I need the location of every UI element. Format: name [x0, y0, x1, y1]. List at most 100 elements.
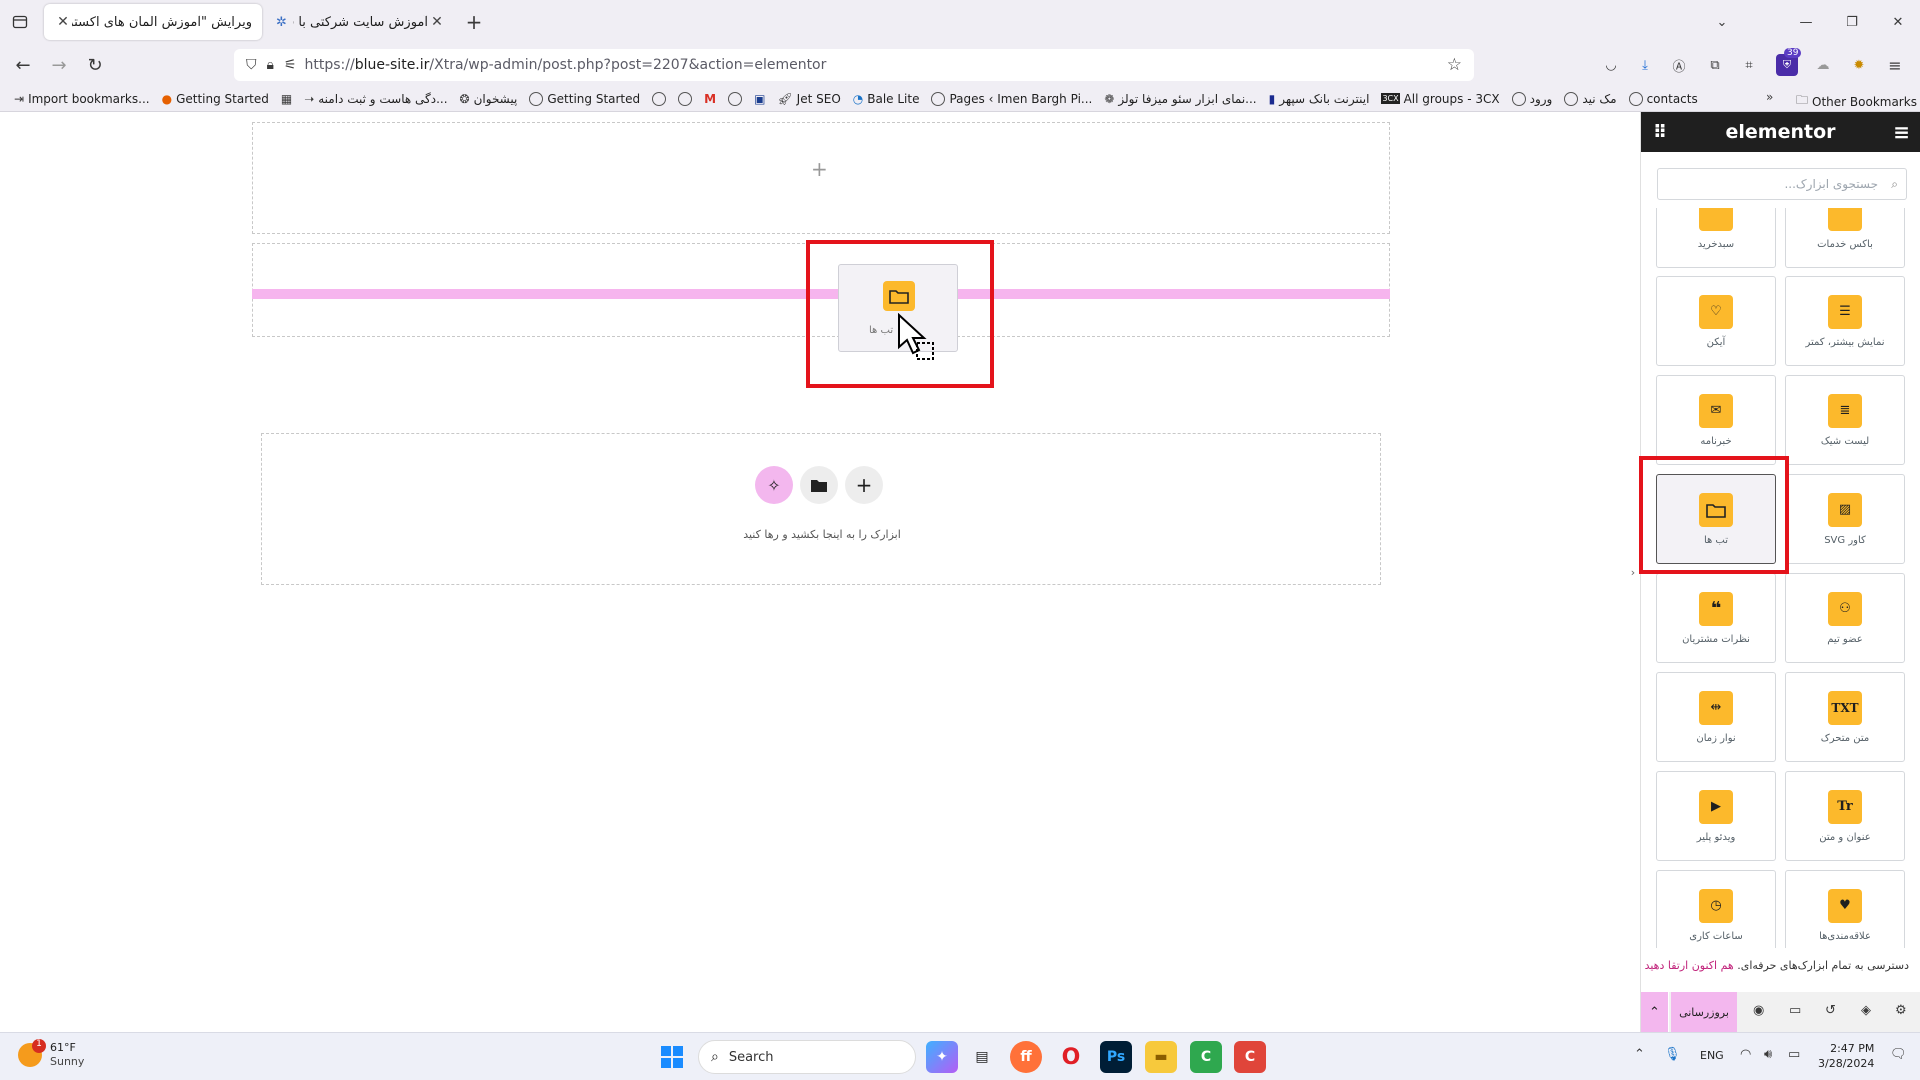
close-window-icon[interactable]: ✕	[1886, 10, 1910, 34]
top-section[interactable]: +	[252, 122, 1390, 234]
file-explorer-icon[interactable]: ▬	[1145, 1041, 1177, 1073]
volume-icon[interactable]: 🔊︎	[1764, 1047, 1772, 1062]
bookmark-login[interactable]: ورود	[1506, 91, 1559, 106]
menu-icon[interactable]: ≡	[1884, 54, 1906, 76]
forward-icon[interactable]: →	[48, 54, 70, 76]
widget-icon[interactable]: ♡ آیکن	[1656, 276, 1776, 366]
hamburger-menu-icon[interactable]: ≡	[1893, 120, 1910, 144]
bookmark-globe-b[interactable]	[672, 91, 698, 106]
bookmark-sepehr[interactable]: اینترنت بانک سپهر ▮	[1263, 92, 1376, 106]
widget-search-input[interactable]: جستجوی ابزارک... ⌕	[1657, 168, 1907, 200]
bookmark-3cx[interactable]: 3CX All groups - 3CX	[1375, 92, 1505, 106]
clock[interactable]: 2:47 PM 3/28/2024	[1818, 1041, 1874, 1071]
cloud-icon[interactable]: ☁	[1812, 54, 1834, 76]
widget-heading-text[interactable]: Tr عنوان و متن	[1785, 771, 1905, 861]
extensions-icon[interactable]: ⧉	[1704, 54, 1726, 76]
widget-team-member[interactable]: ⚇ عضو تیم	[1785, 573, 1905, 663]
widget-animated-text[interactable]: TXT متن متحرک	[1785, 672, 1905, 762]
microphone-icon[interactable]: 🎙︎	[1664, 1047, 1681, 1062]
sun-extension-icon[interactable]: ✹	[1848, 54, 1870, 76]
pocket-icon[interactable]: ◡	[1600, 54, 1622, 76]
widget-wishlist[interactable]: ♥ علاقه‌مندی‌ها	[1785, 870, 1905, 948]
opera-icon[interactable]: O	[1055, 1041, 1087, 1073]
tab-course[interactable]: ✲ آموزش سایت شرکتی با قالب اکس... ✕	[266, 4, 456, 40]
template-library-button[interactable]	[800, 466, 838, 504]
account-icon[interactable]: Ⓐ	[1668, 54, 1690, 76]
minimize-icon[interactable]: —	[1794, 10, 1818, 34]
bookmark-globe-c[interactable]	[722, 91, 748, 106]
bookmark-contacts[interactable]: contacts	[1623, 91, 1704, 106]
update-button[interactable]: بروزرسانی	[1671, 992, 1737, 1032]
list-all-tabs-icon[interactable]: ⌄	[1710, 10, 1734, 34]
bookmark-square[interactable]: ▣	[748, 92, 771, 106]
close-tab-icon[interactable]: ✕	[54, 14, 72, 30]
widget-fancy-list[interactable]: ≣ لیست شیک	[1785, 375, 1905, 465]
bookmark-star-icon[interactable]: ☆	[1447, 55, 1462, 75]
crop-icon[interactable]: ⌗	[1738, 54, 1760, 76]
close-tab-icon[interactable]: ✕	[428, 14, 446, 30]
reload-icon[interactable]: ↻	[84, 54, 106, 76]
bookmark-mizfa[interactable]: ...نمای ابزار سئو میزفا تولز ❁	[1098, 92, 1262, 106]
bookmark-pages[interactable]: Pages ‹ Imen Bargh Pi...	[925, 91, 1098, 106]
settings-icon[interactable]: ⚙	[1895, 1003, 1907, 1018]
photoshop-icon[interactable]: Ps	[1100, 1041, 1132, 1073]
copilot-icon[interactable]: ✦	[926, 1041, 958, 1073]
widget-read-more[interactable]: ☰ نمایش بیشتر، کمتر	[1785, 276, 1905, 366]
lock-icon[interactable]: 🔒︎	[267, 57, 274, 73]
widget-services-box[interactable]: باکس خدمات	[1785, 208, 1905, 268]
bookmark-dashboard[interactable]: پیشخوان ❂	[454, 92, 524, 106]
battery-icon[interactable]: ▭	[1788, 1047, 1800, 1062]
camtasia-recorder-icon[interactable]: C	[1234, 1041, 1266, 1073]
start-button[interactable]	[656, 1041, 688, 1073]
shield-icon[interactable]: ⛉	[246, 57, 257, 73]
taskbar-search[interactable]: ⌕ Search	[698, 1040, 916, 1074]
bookmark-globe-a[interactable]	[646, 91, 672, 106]
weather-widget[interactable]: 1 61°F Sunny	[18, 1039, 84, 1069]
widget-testimonials[interactable]: ❝ نظرات مشتریان	[1656, 573, 1776, 663]
widget-timeline[interactable]: ⇹ نوار زمان	[1656, 672, 1776, 762]
history-icon[interactable]: ↺	[1825, 1003, 1836, 1018]
address-bar[interactable]: ⛉ 🔒︎ ⚟ https://blue-site.ir/Xtra/wp-admi…	[234, 49, 1474, 81]
bookmark-gmail[interactable]: M	[698, 92, 722, 106]
add-section-button[interactable]: +	[845, 466, 883, 504]
bookmark-jet-seo[interactable]: 🚀︎ Jet SEO	[771, 92, 846, 106]
language-indicator[interactable]: ENG	[1700, 1049, 1724, 1062]
back-icon[interactable]: ←	[12, 54, 34, 76]
collapse-panel-icon[interactable]: ›	[1627, 560, 1639, 584]
bookmark-other[interactable]: 🗀 Other Bookmarks	[1790, 91, 1920, 112]
bookmark-bale-lite[interactable]: ◔ Bale Lite	[847, 92, 926, 106]
empty-drop-section[interactable]: ✧ + ابزارک را به اینجا بکشید و رها کنید	[261, 433, 1381, 585]
save-options-button[interactable]: ⌃	[1641, 992, 1669, 1032]
upgrade-link[interactable]: هم اکنون ارتقا دهید	[1645, 959, 1734, 972]
widget-newsletter[interactable]: ✉ خبرنامه	[1656, 375, 1776, 465]
bookmark-import[interactable]: ⇥ Import bookmarks...	[8, 92, 156, 106]
downloads-icon[interactable]: ⤓	[1634, 54, 1656, 76]
new-tab-icon[interactable]: +	[456, 4, 492, 40]
bookmark-icon-only[interactable]: ▦	[275, 92, 298, 106]
widget-svg-cover[interactable]: ▨ کاور SVG	[1785, 474, 1905, 564]
add-section-plus-icon[interactable]: +	[811, 157, 828, 181]
bookmark-getting-started-2[interactable]: Getting Started	[523, 91, 646, 106]
permissions-icon[interactable]: ⚟	[284, 57, 297, 73]
camtasia-icon[interactable]: C	[1190, 1041, 1222, 1073]
bookmark-mac-need[interactable]: مک نید	[1558, 91, 1622, 106]
responsive-mode-icon[interactable]: ▭	[1789, 1003, 1801, 1018]
tab-elementor-edit[interactable]: ✕ ویرایش "آموزش المان های اکسترا – ...	[44, 4, 262, 40]
restore-icon[interactable]: ❐	[1840, 10, 1864, 34]
widget-working-hours[interactable]: ◷ ساعات کاری	[1656, 870, 1776, 948]
widgets-grid-icon[interactable]: ⠿	[1653, 122, 1667, 143]
notifications-icon[interactable]: 🗨︎	[1890, 1047, 1907, 1062]
bookmark-getting-started[interactable]: ● Getting Started	[156, 92, 275, 106]
more-bookmarks-icon[interactable]: »	[1766, 90, 1773, 104]
firefox-icon[interactable]: ff	[1010, 1041, 1042, 1073]
preview-eye-icon[interactable]: ◉	[1753, 1003, 1764, 1018]
tray-overflow-icon[interactable]: ⌃	[1634, 1047, 1645, 1062]
ai-assistant-button[interactable]: ✧	[755, 466, 793, 504]
navigator-layers-icon[interactable]: ◈	[1861, 1003, 1871, 1018]
tab-list-icon[interactable]	[0, 4, 40, 40]
task-view-icon[interactable]: ▤	[966, 1041, 998, 1073]
bookmark-hosting[interactable]: ...دگی هاست و ثبت دامنه ➝	[298, 92, 453, 106]
widget-cart[interactable]: سبدخرید	[1656, 208, 1776, 268]
widget-video-player[interactable]: ▶ ویدئو پلیر	[1656, 771, 1776, 861]
wifi-icon[interactable]: ◠	[1740, 1047, 1751, 1062]
